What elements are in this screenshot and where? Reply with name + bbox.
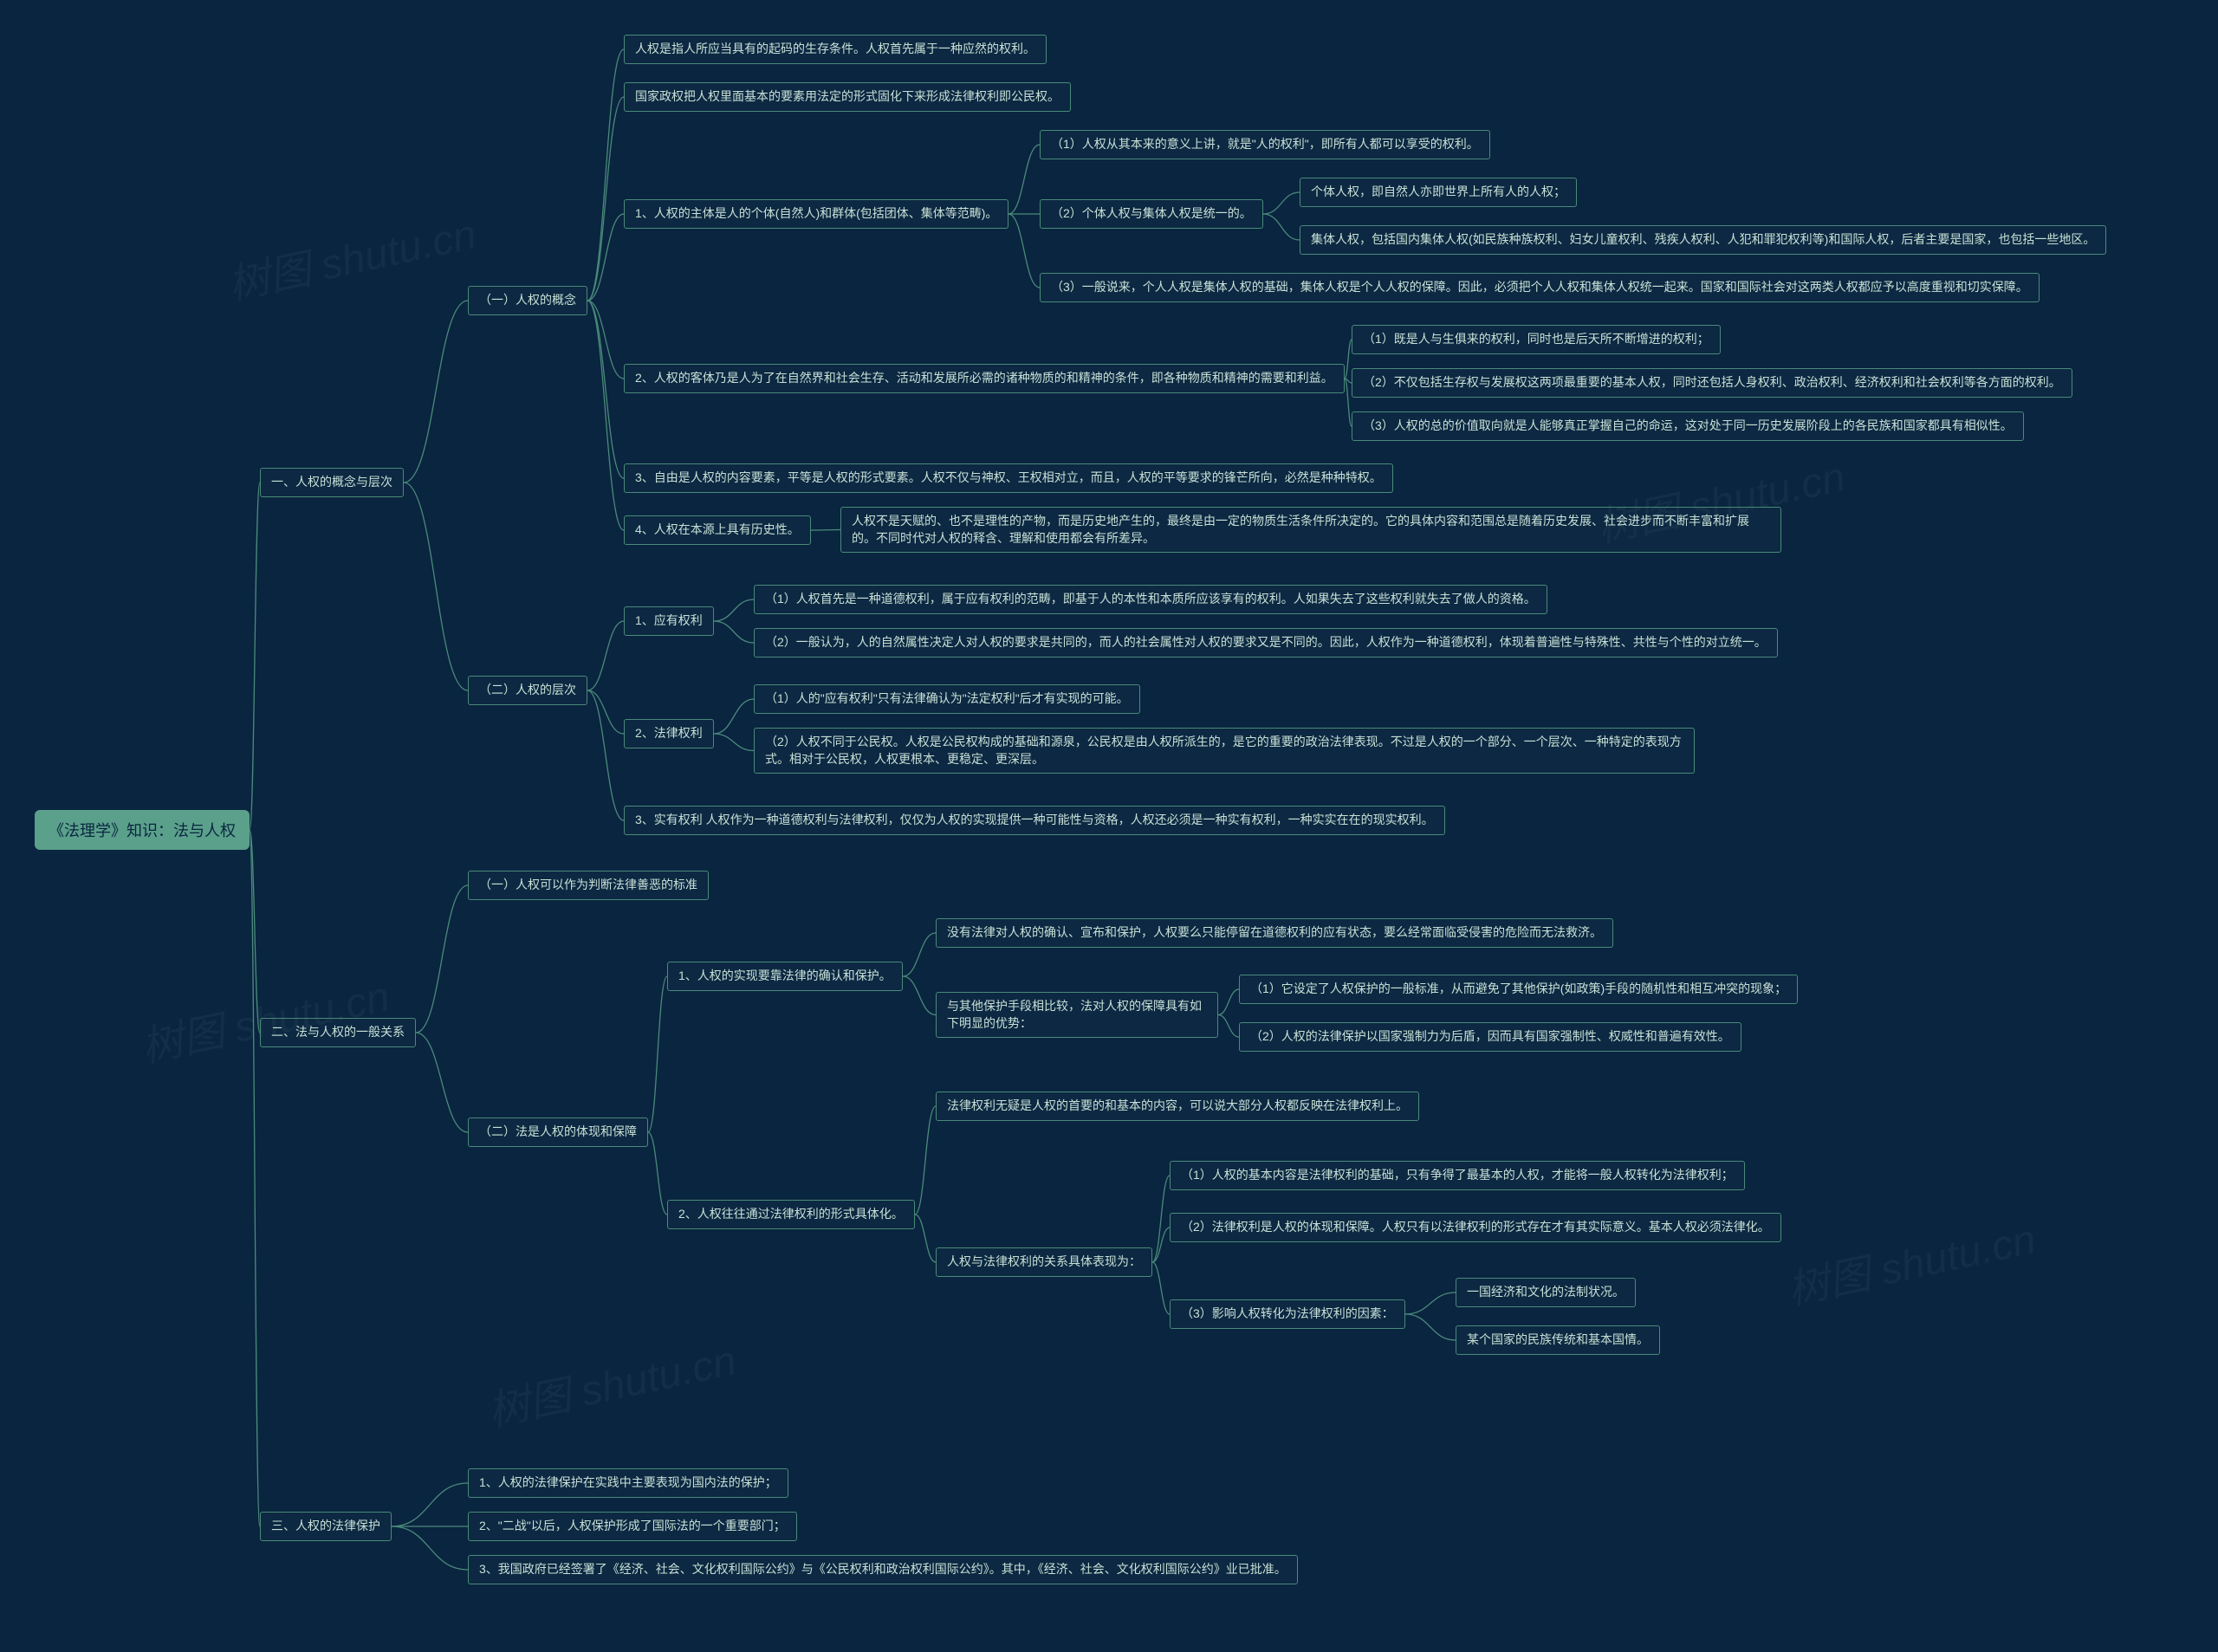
s1-a-2[interactable]: 国家政权把人权里面基本的要素用法定的形式固化下来形成法律权利即公民权。 [624,82,1071,112]
s2-b-2-2-2[interactable]: （2）法律权利是人权的体现和保障。人权只有以法律权利的形式存在才有其实际意义。基… [1170,1213,1781,1242]
s2-b-2-1[interactable]: 法律权利无疑是人权的首要的和基本的内容，可以说大部分人权都反映在法律权利上。 [936,1092,1419,1121]
s1-a-3[interactable]: 1、人权的主体是人的个体(自然人)和群体(包括团体、集体等范畴)。 [624,199,1008,229]
s1-b-2-1[interactable]: （1）人的"应有权利"只有法律确认为"法定权利"后才有实现的可能。 [754,684,1140,714]
s2-b-1-1[interactable]: 没有法律对人权的确认、宣布和保护，人权要么只能停留在道德权利的应有状态，要么经常… [936,918,1613,948]
section-1[interactable]: 一、人权的概念与层次 [260,468,404,497]
s1-a-4[interactable]: 2、人权的客体乃是人为了在自然界和社会生存、活动和发展所必需的诸种物质的和精神的… [624,364,1345,393]
s1-b-1-1[interactable]: （1）人权首先是一种道德权利，属于应有权利的范畴，即基于人的本性和本质所应该享有… [754,585,1547,614]
s1-a-3-2-1[interactable]: 个体人权，即自然人亦即世界上所有人的人权； [1300,178,1577,207]
s1-a-3-1[interactable]: （1）人权从其本来的意义上讲，就是"人的权利"，即所有人都可以享受的权利。 [1040,130,1490,159]
section-2[interactable]: 二、法与人权的一般关系 [260,1018,416,1047]
s1-b-2-2[interactable]: （2）人权不同于公民权。人权是公民权构成的基础和源泉，公民权是由人权所派生的，是… [754,728,1695,774]
s1-b-1[interactable]: 1、应有权利 [624,606,714,636]
s2-b-1-2[interactable]: 与其他保护手段相比较，法对人权的保障具有如下明显的优势： [936,992,1218,1038]
root-node[interactable]: 《法理学》知识：法与人权 [35,810,250,850]
s1-a-3-2-2[interactable]: 集体人权，包括国内集体人权(如民族种族权利、妇女儿童权利、残疾人权利、人犯和罪犯… [1300,225,2106,255]
s2-b-2-2-3[interactable]: （3）影响人权转化为法律权利的因素： [1170,1299,1405,1329]
s2-b-2[interactable]: 2、人权往往通过法律权利的形式具体化。 [667,1200,915,1229]
watermark: 树图 shutu.cn [482,1326,741,1438]
s1-b[interactable]: （二）人权的层次 [468,676,587,705]
s3-1[interactable]: 1、人权的法律保护在实践中主要表现为国内法的保护； [468,1468,788,1498]
s1-b-3[interactable]: 3、实有权利 人权作为一种道德权利与法律权利，仅仅为人权的实现提供一种可能性与资… [624,806,1445,835]
s2-b-2-2-3-1[interactable]: 一国经济和文化的法制状况。 [1456,1278,1636,1307]
s1-a-3-2[interactable]: （2）个体人权与集体人权是统一的。 [1040,199,1263,229]
s1-a-3-3[interactable]: （3）一般说来，个人人权是集体人权的基础，集体人权是个人人权的保障。因此，必须把… [1040,273,2040,302]
mindmap-canvas: 树图 shutu.cn 树图 shutu.cn 树图 shutu.cn 树图 s… [0,0,2218,1652]
s2-b-2-2-3-2[interactable]: 某个国家的民族传统和基本国情。 [1456,1325,1660,1355]
s2-b-2-2-1[interactable]: （1）人权的基本内容是法律权利的基础，只有争得了最基本的人权，才能将一般人权转化… [1170,1161,1745,1190]
s1-a-4-1[interactable]: （1）既是人与生俱来的权利，同时也是后天所不断增进的权利； [1352,325,1721,354]
s2-b-1-2-1[interactable]: （1）它设定了人权保护的一般标准，从而避免了其他保护(如政策)手段的随机性和相互… [1239,975,1798,1004]
s2-a[interactable]: （一）人权可以作为判断法律善恶的标准 [468,871,709,900]
s2-b-2-2[interactable]: 人权与法律权利的关系具体表现为： [936,1247,1152,1277]
watermark: 树图 shutu.cn [222,200,481,312]
s1-b-2[interactable]: 2、法律权利 [624,719,714,748]
s2-b-1-2-2[interactable]: （2）人权的法律保护以国家强制力为后盾，因而具有国家强制性、权威性和普遍有效性。 [1239,1022,1741,1052]
s1-a-4-2[interactable]: （2）不仅包括生存权与发展权这两项最重要的基本人权，同时还包括人身权利、政治权利… [1352,368,2072,398]
s1-a-1[interactable]: 人权是指人所应当具有的起码的生存条件。人权首先属于一种应然的权利。 [624,35,1047,64]
s1-a-4-3[interactable]: （3）人权的总的价值取向就是人能够真正掌握自己的命运，这对处于同一历史发展阶段上… [1352,411,2024,441]
s1-a-5[interactable]: 3、自由是人权的内容要素，平等是人权的形式要素。人权不仅与神权、王权相对立，而且… [624,463,1393,493]
s1-b-1-2[interactable]: （2）一般认为，人的自然属性决定人对人权的要求是共同的，而人的社会属性对人权的要… [754,628,1778,658]
s2-b[interactable]: （二）法是人权的体现和保障 [468,1118,648,1147]
s2-b-1[interactable]: 1、人权的实现要靠法律的确认和保护。 [667,962,903,991]
s3-2[interactable]: 2、"二战"以后，人权保护形成了国际法的一个重要部门； [468,1512,797,1541]
s1-a-6[interactable]: 4、人权在本源上具有历史性。 [624,515,811,545]
s1-a-6-text[interactable]: 人权不是天赋的、也不是理性的产物，而是历史地产生的，最终是由一定的物质生活条件所… [840,507,1781,553]
s1-a[interactable]: （一）人权的概念 [468,286,587,315]
watermark: 树图 shutu.cn [1781,1205,2040,1317]
s3-3[interactable]: 3、我国政府已经签署了《经济、社会、文化权利国际公约》与《公民权利和政治权利国际… [468,1555,1298,1584]
section-3[interactable]: 三、人权的法律保护 [260,1512,392,1541]
